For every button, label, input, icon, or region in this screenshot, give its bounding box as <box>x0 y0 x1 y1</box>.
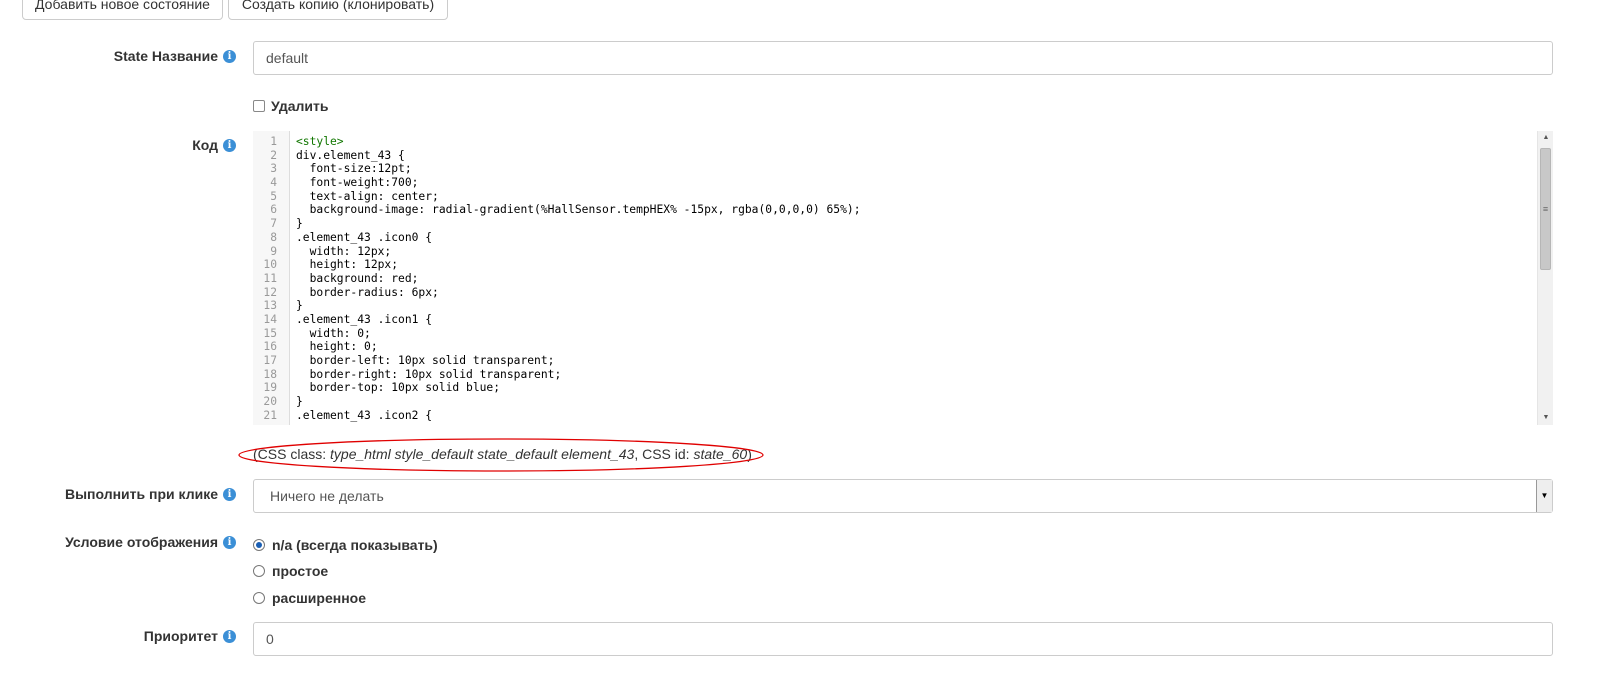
code-line: 17 border-left: 10px solid transparent; <box>253 354 1537 368</box>
line-number: 12 <box>263 285 277 299</box>
code-text: width: 12px; <box>296 244 392 258</box>
code-line: 12 border-radius: 6px; <box>253 286 1537 300</box>
line-number: 2 <box>270 148 277 162</box>
code-line: 11 background: red; <box>253 272 1537 286</box>
code-lines: 1 <style> 2 div.element_43 {3 font-size:12p… <box>253 135 1537 422</box>
scroll-thumb[interactable]: ≡ <box>1540 148 1551 270</box>
display-condition-label: Условие отображения i <box>65 534 236 550</box>
code-text: .element_43 .icon0 { <box>296 230 433 244</box>
code-line: 8 .element_43 .icon0 { <box>253 231 1537 245</box>
clone-button[interactable]: Создать копию (клонировать) <box>228 0 448 20</box>
code-text: background-image: radial-gradient(%HallS… <box>296 203 861 217</box>
code-text: } <box>296 299 303 313</box>
code-editor[interactable]: 1 <style> 2 div.element_43 {3 font-size:12p… <box>253 131 1553 425</box>
css-class-hint: (CSS class: type_html style_default stat… <box>253 446 752 462</box>
code-line: 10 height: 12px; <box>253 258 1537 272</box>
code-line: 9 width: 12px; <box>253 245 1537 259</box>
code-line: 5 text-align: center; <box>253 190 1537 204</box>
scroll-up-icon[interactable]: ▲ <box>1538 131 1553 145</box>
line-number: 9 <box>270 244 277 258</box>
code-line: 19 border-top: 10px solid blue; <box>253 381 1537 395</box>
line-number: 17 <box>263 354 277 367</box>
code-text: } <box>296 395 303 409</box>
line-number: 6 <box>270 203 277 217</box>
delete-option[interactable]: Удалить <box>253 98 328 114</box>
code-text: background: red; <box>296 271 419 285</box>
line-number: 13 <box>263 299 277 313</box>
code-line: 6 background-image: radial-gradient(%Hal… <box>253 203 1537 217</box>
priority-input[interactable]: 0 <box>253 622 1553 656</box>
code-line: 16 height: 0; <box>253 340 1537 354</box>
priority-label: Приоритет i <box>144 628 236 644</box>
delete-checkbox[interactable] <box>253 100 265 112</box>
code-line: 1 <style> <box>253 135 1537 149</box>
dropdown-arrow-icon[interactable]: ▼ <box>1536 480 1552 512</box>
add-state-button[interactable]: Добавить новое состояние <box>22 0 223 20</box>
condition-option-advanced[interactable]: расширенное <box>253 590 366 606</box>
code-text: border-right: 10px solid transparent; <box>296 367 562 381</box>
code-text: height: 12px; <box>296 258 399 272</box>
radio-button[interactable] <box>253 592 265 604</box>
on-click-select[interactable]: Ничего не делать ▼ <box>253 479 1553 513</box>
code-text: text-align: center; <box>296 189 439 203</box>
state-name-input[interactable]: default <box>253 41 1553 75</box>
line-number: 11 <box>263 271 277 285</box>
code-line: 21 .element_43 .icon2 { <box>253 409 1537 423</box>
code-line: 15 width: 0; <box>253 327 1537 341</box>
line-number: 5 <box>270 189 277 203</box>
code-text: border-top: 10px solid blue; <box>296 381 501 395</box>
line-number: 14 <box>263 312 277 326</box>
code-text: width: 0; <box>296 326 371 340</box>
delete-label: Удалить <box>271 98 329 114</box>
code-text: height: 0; <box>296 340 378 354</box>
info-icon[interactable]: i <box>223 138 236 152</box>
info-icon[interactable]: i <box>223 49 236 63</box>
code-line: 7} <box>253 217 1537 231</box>
code-line: 13} <box>253 299 1537 313</box>
line-number: 21 <box>263 408 277 422</box>
info-icon[interactable]: i <box>223 487 236 501</box>
line-number: 3 <box>270 162 277 176</box>
vertical-scrollbar[interactable]: ▲ ≡ ▼ <box>1537 131 1553 425</box>
code-text: div.element_43 { <box>296 148 405 162</box>
code-text: } <box>296 217 303 231</box>
code-line: 18 border-right: 10px solid transparent; <box>253 368 1537 382</box>
on-click-label: Выполнить при клике i <box>65 486 236 502</box>
code-text: border-radius: 6px; <box>296 285 439 299</box>
info-icon[interactable]: i <box>223 535 236 549</box>
scroll-down-icon[interactable]: ▼ <box>1538 411 1553 425</box>
line-number: 18 <box>263 367 277 381</box>
code-line: 4 font-weight:700; <box>253 176 1537 190</box>
code-line: 3 font-size:12pt; <box>253 162 1537 176</box>
line-number: 10 <box>263 258 277 272</box>
condition-option-always[interactable]: n/a (всегда показывать) <box>253 537 438 553</box>
line-number: 8 <box>270 230 277 244</box>
code-line: 2 div.element_43 { <box>253 149 1537 163</box>
radio-button[interactable] <box>253 539 265 551</box>
line-number: 19 <box>263 381 277 395</box>
code-text: border-left: 10px solid transparent; <box>296 354 555 367</box>
code-text: <style> <box>296 135 344 148</box>
line-number: 16 <box>263 340 277 354</box>
info-icon[interactable]: i <box>223 629 236 643</box>
code-text: font-size:12pt; <box>296 162 412 176</box>
code-line: 20} <box>253 395 1537 409</box>
line-number: 20 <box>263 395 277 409</box>
state-name-label: State Название i <box>114 48 236 64</box>
radio-button[interactable] <box>253 565 265 577</box>
code-text: font-weight:700; <box>296 176 419 190</box>
line-number: 15 <box>263 326 277 340</box>
line-number: 1 <box>270 135 277 148</box>
condition-option-simple[interactable]: простое <box>253 563 328 579</box>
code-line: 14 .element_43 .icon1 { <box>253 313 1537 327</box>
line-number: 4 <box>270 176 277 190</box>
code-text: .element_43 .icon2 { <box>296 408 433 422</box>
line-number: 7 <box>270 217 277 231</box>
code-text: .element_43 .icon1 { <box>296 312 433 326</box>
code-label: Код i <box>192 137 236 153</box>
